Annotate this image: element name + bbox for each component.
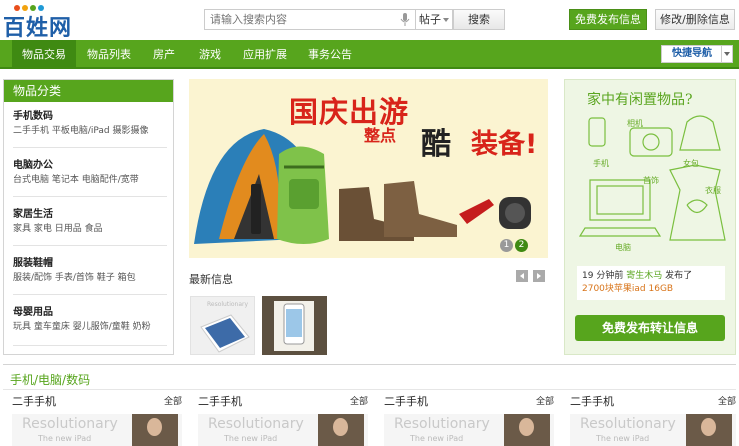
thumb-sub: The new iPad [38,434,92,443]
slide-dot-active[interactable]: 2 [515,239,528,252]
thumb-brand: Resolutionary [208,416,304,432]
logo-text: 百姓网 [3,15,73,41]
quick-nav-label: 快捷导航 [672,48,712,59]
category-block: 电脑办公 台式电脑 笔记本 电脑配件/宽带 [13,159,167,197]
recent-post-ticker[interactable]: 19 分钟前 寄生木马 发布了 2700块苹果iad 16GB [577,266,725,300]
section-divider [3,364,736,365]
svg-text:Resolutionary: Resolutionary [207,301,248,308]
search-box[interactable] [204,9,416,30]
thumb-photo [686,414,732,446]
item-label: 相机 [627,119,643,128]
category-sidebar: 物品分类 手机数码 二手手机 平板电脑/iPad 摄影摄像 电脑办公 台式电脑 … [3,79,174,355]
nav-item-trade[interactable]: 物品交易 [12,40,76,69]
thumb-photo [132,414,178,446]
search-scope-select[interactable]: 帖子 [416,9,453,30]
search-button[interactable]: 搜索 [453,9,505,30]
subcategory-column: 二手手机 全部 Resolutionary The new iPad [198,393,368,446]
category-block: 服装鞋帽 服装/配饰 手表/首饰 鞋子 箱包 [13,257,167,295]
category-block: 母婴用品 玩具 童车童床 婴儿服饰/童鞋 奶粉 [13,306,167,346]
column-title[interactable]: 二手手机 [198,393,242,409]
column-title[interactable]: 二手手机 [570,393,614,409]
banner-subline-3: 装备! [471,129,538,160]
column-all-link[interactable]: 全部 [350,394,368,407]
nav-item-apps[interactable]: 应用扩展 [234,40,296,69]
ticker-user[interactable]: 寄生木马 [626,271,662,281]
edit-delete-button[interactable]: 修改/删除信息 [655,9,735,30]
category-links[interactable]: 服装/配饰 手表/首饰 鞋子 箱包 [13,271,167,285]
category-links[interactable]: 家具 家电 日用品 食品 [13,222,167,236]
category-links[interactable]: 玩具 童车童床 婴儿服饰/童鞋 奶粉 [13,320,167,334]
quick-nav-dropdown[interactable]: 快捷导航 [661,45,733,63]
item-label: 手机 [593,159,609,168]
sell-promo-box: 家中有闲置物品? 相机 手机 女包 首饰 衣服 电脑 19 分钟前 寄生木马 发… [564,79,736,355]
thumb-brand: Resolutionary [580,416,676,432]
search-input[interactable] [205,10,385,29]
promo-banner[interactable]: 国庆出游 整点 酷 装备! 1 2 [189,79,548,258]
category-title[interactable]: 家居生活 [13,208,167,222]
category-title[interactable]: 服装鞋帽 [13,257,167,271]
column-all-link[interactable]: 全部 [718,394,736,407]
chevron-down-icon [443,18,449,22]
slide-dot[interactable]: 1 [500,239,513,252]
section-title[interactable]: 手机/电脑/数码 [10,371,90,388]
category-links[interactable]: 二手手机 平板电脑/iPad 摄影摄像 [13,124,167,138]
ticker-time: 19 分钟前 [582,271,624,281]
site-logo[interactable]: 百姓网 [3,4,73,41]
category-title[interactable]: 母婴用品 [13,306,167,320]
subcategory-column: 二手手机 全部 Resolutionary The new iPad [384,393,554,446]
category-links[interactable]: 台式电脑 笔记本 电脑配件/宽带 [13,173,167,187]
banner-subline-1: 整点 [364,126,397,145]
nav-item-housing[interactable]: 房产 [142,40,186,69]
microphone-icon[interactable] [400,13,410,26]
thumb-photo [318,414,364,446]
sidebar-title: 物品分类 [4,80,173,102]
column-title[interactable]: 二手手机 [12,393,56,409]
category-title[interactable]: 电脑办公 [13,159,167,173]
post-free-button[interactable]: 免费发布信息 [569,9,647,30]
thumb-sub: The new iPad [224,434,278,443]
latest-thumbnail[interactable] [262,296,327,355]
prev-arrow-icon[interactable] [516,270,528,282]
chevron-down-icon [721,46,732,62]
column-thumbnail[interactable]: Resolutionary The new iPad [198,414,368,446]
column-all-link[interactable]: 全部 [536,394,554,407]
item-label: 衣服 [705,186,721,195]
main-nav: 物品交易 物品列表 房产 游戏 应用扩展 事务公告 快捷导航 [0,40,739,69]
column-thumbnail[interactable]: Resolutionary The new iPad [12,414,182,446]
subcategory-column: 二手手机 全部 Resolutionary The new iPad [12,393,182,446]
nav-item-games[interactable]: 游戏 [188,40,232,69]
thumb-brand: Resolutionary [22,416,118,432]
post-transfer-button[interactable]: 免费发布转让信息 [575,315,725,341]
column-thumbnail[interactable]: Resolutionary The new iPad [384,414,554,446]
category-block: 家居生活 家具 家电 日用品 食品 [13,208,167,246]
nav-item-announcements[interactable]: 事务公告 [298,40,362,69]
ticker-item[interactable]: 2700块苹果iad 16GB [582,283,720,296]
latest-title: 最新信息 [189,273,233,286]
thumb-sub: The new iPad [596,434,650,443]
section-divider [3,389,736,390]
item-label: 首饰 [643,176,659,185]
thumb-sub: The new iPad [410,434,464,443]
subcategory-column: 二手手机 全部 Resolutionary The new iPad [570,393,736,446]
promo-title: 家中有闲置物品? [587,92,693,108]
nav-item-list[interactable]: 物品列表 [78,40,140,69]
banner-subline-2: 酷 [421,127,451,162]
category-title[interactable]: 手机数码 [13,110,167,124]
thumb-photo [504,414,550,446]
thumb-brand: Resolutionary [394,416,490,432]
item-label: 女包 [683,159,699,168]
item-label: 电脑 [615,243,631,252]
search-scope-label: 帖子 [419,13,441,26]
category-block: 手机数码 二手手机 平板电脑/iPad 摄影摄像 [13,110,167,148]
ticker-action: 发布了 [665,271,693,281]
column-title[interactable]: 二手手机 [384,393,428,409]
column-all-link[interactable]: 全部 [164,394,182,407]
latest-thumbnail[interactable]: Resolutionary [190,296,255,355]
column-thumbnail[interactable]: Resolutionary The new iPad [570,414,736,446]
next-arrow-icon[interactable] [533,270,545,282]
